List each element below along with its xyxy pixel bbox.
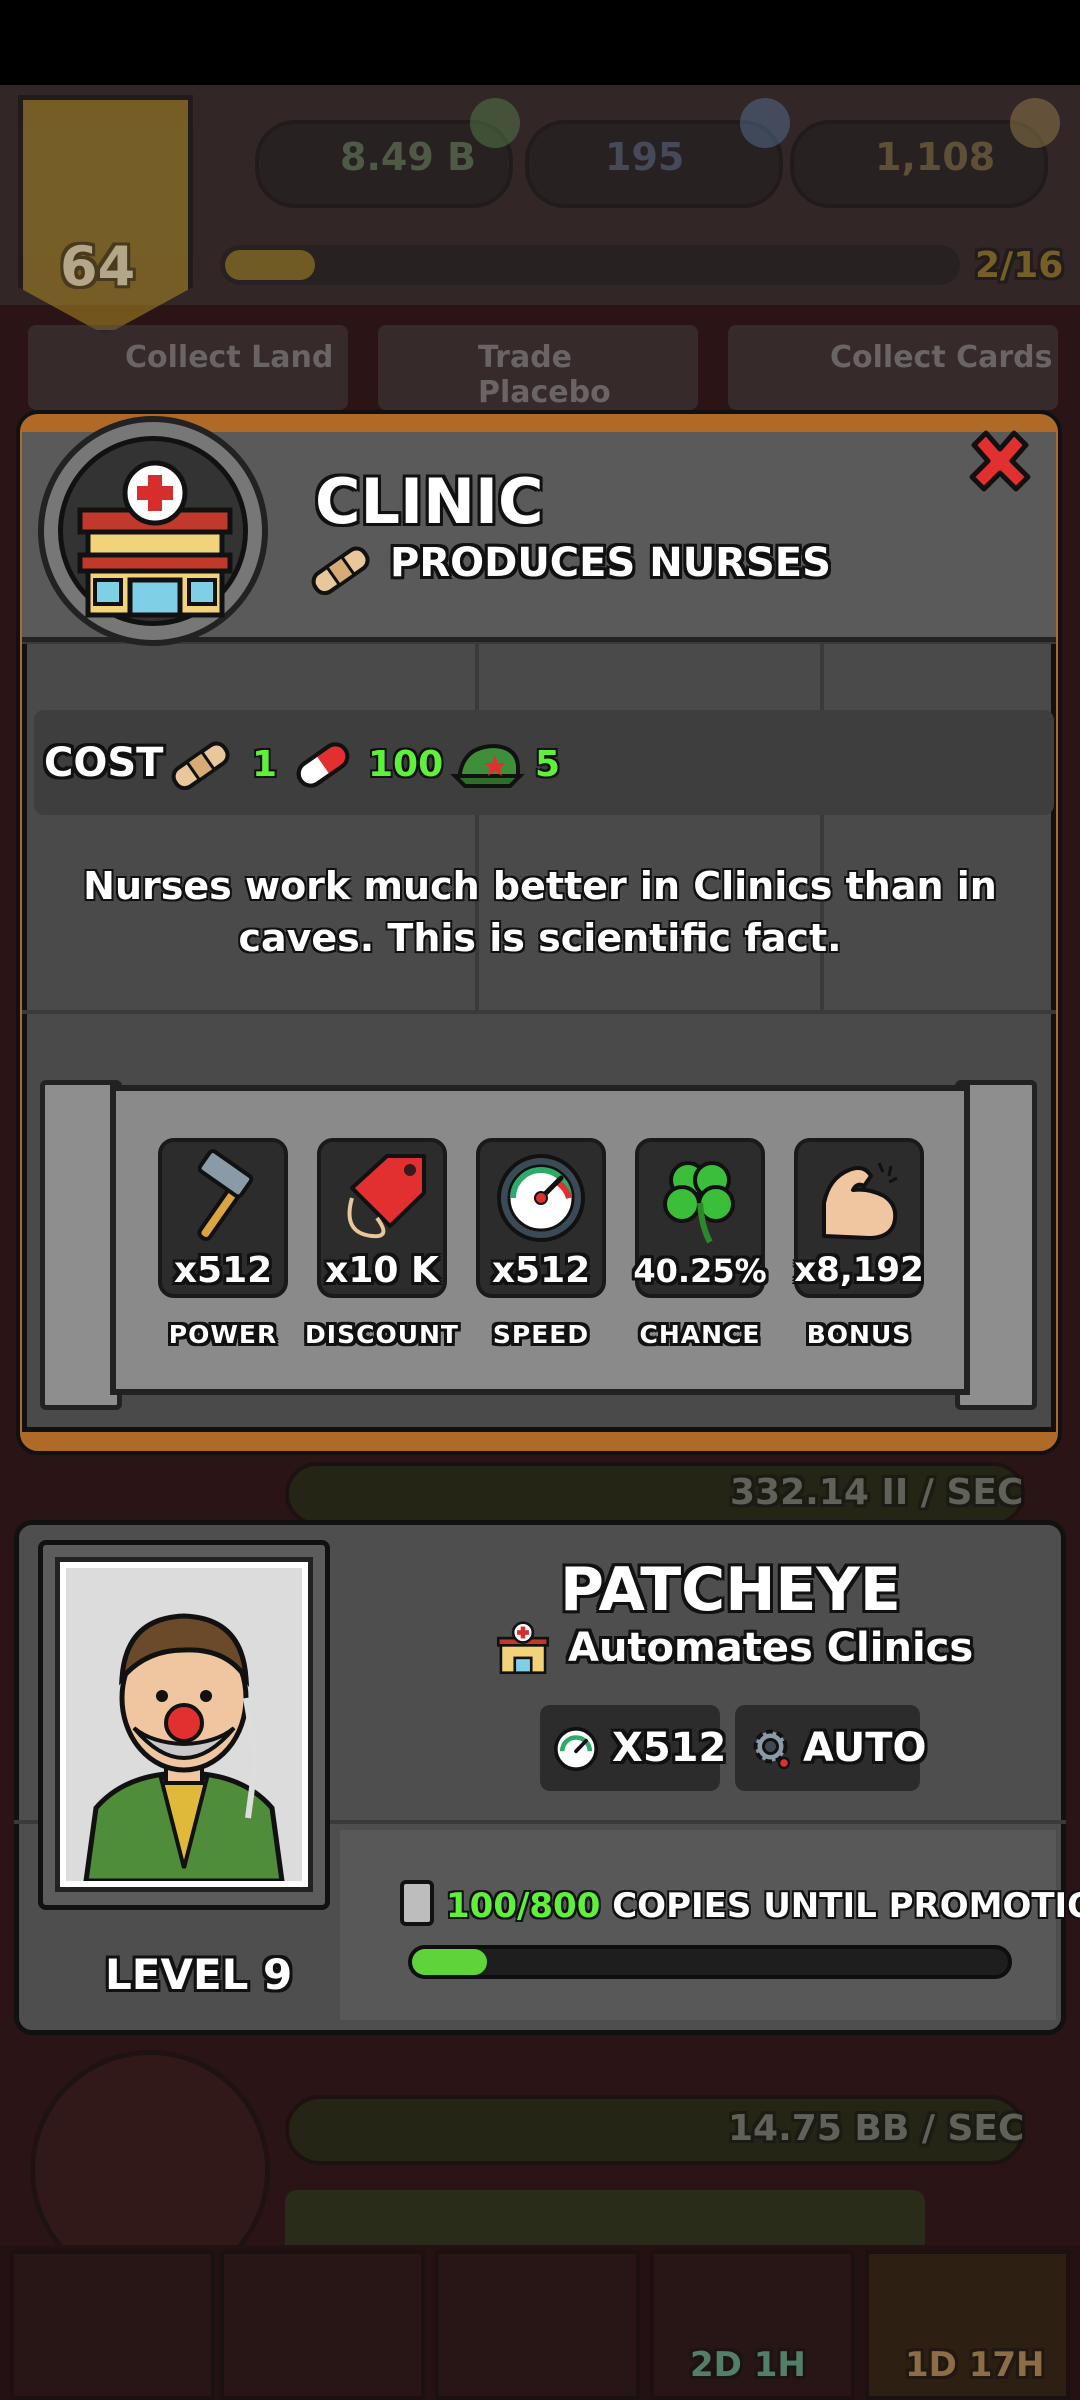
bandage-icon	[311, 546, 370, 596]
copies-label: COPIES UNTIL PROMOTION	[612, 1886, 1080, 1926]
task-label-2: Trade Placebo	[478, 340, 611, 410]
science-value: 195	[605, 135, 685, 179]
price-tag-icon	[347, 1154, 426, 1239]
cost-pill-amount: 100	[368, 744, 444, 785]
building-description: Nurses work much better in Clinics than …	[83, 864, 997, 960]
player-level: 64	[60, 235, 136, 298]
manager-auto-value: AUTO	[803, 1725, 927, 1771]
cost-label: COST	[44, 740, 164, 786]
cash-value: 8.49 B	[340, 135, 476, 179]
manager-name: PATCHEYE	[560, 1555, 901, 1625]
bicep-icon	[822, 1162, 898, 1240]
bandage-icon	[171, 741, 230, 791]
patcheye-avatar	[83, 1613, 285, 1881]
panel-seam	[22, 1010, 1056, 1014]
stat-discount-value: x10 K	[325, 1250, 439, 1291]
manager-role: Automates Clinics	[568, 1625, 974, 1671]
level-progress-text: 2/16	[975, 245, 1064, 286]
gear-icon	[753, 1729, 791, 1770]
building-title: CLINIC	[315, 465, 544, 538]
add-science-icon[interactable]	[740, 98, 790, 148]
stat-bonus-value: x8,192	[794, 1250, 924, 1290]
gold-value: 1,108	[875, 135, 996, 179]
stat-chance-value: 40.25%	[633, 1252, 767, 1290]
pill-icon	[296, 742, 350, 788]
speedometer-icon	[497, 1154, 585, 1242]
manager-speed-value: X512	[612, 1725, 727, 1771]
nav-tab-map[interactable]	[10, 2250, 215, 2400]
stat-speed-value: x512	[491, 1250, 591, 1291]
chest-timer: 1D 17H	[905, 2345, 1045, 2385]
card-icon	[400, 1880, 434, 1926]
promotion-progress-fill	[412, 1949, 487, 1975]
add-cash-icon[interactable]	[470, 98, 520, 148]
level-progress-fill	[225, 250, 315, 280]
building-subtitle: PRODUCES NURSES	[390, 540, 831, 586]
nav-tab-cards[interactable]	[220, 2250, 425, 2400]
nav-tab-files[interactable]	[435, 2250, 640, 2400]
stat-speed-label: SPEED	[492, 1320, 590, 1349]
clinic-icon	[77, 460, 233, 618]
army-cap-icon	[450, 743, 525, 788]
hammer-icon	[197, 1149, 254, 1241]
clinic-icon	[496, 1621, 550, 1675]
stat-power-label: POWER	[168, 1320, 278, 1349]
task-label-1: Collect Land	[125, 340, 334, 375]
promotion-progress-bar	[408, 1945, 1012, 1979]
clinic-rate-text: 332.14 II / SEC	[730, 1472, 1024, 1513]
stat-bonus-label: BONUS	[806, 1320, 912, 1349]
clover-icon	[663, 1161, 735, 1244]
stat-chance-label: CHANCE	[639, 1320, 761, 1349]
speedometer-icon	[553, 1726, 599, 1772]
cost-cap-amount: 5	[535, 744, 561, 785]
close-icon[interactable]	[960, 425, 1040, 505]
cost-bandage-amount: 1	[252, 744, 278, 785]
stat-power-value: x512	[173, 1250, 273, 1291]
task-label-3: Collect Cards	[830, 340, 1053, 375]
add-gold-icon[interactable]	[1010, 98, 1060, 148]
copies-count: 100/800	[446, 1886, 601, 1926]
blood-rate-text: 14.75 BB / SEC	[728, 2108, 1025, 2149]
level-banner[interactable]	[18, 95, 193, 335]
stat-discount-label: DISCOUNT	[305, 1320, 459, 1349]
event-timer: 2D 1H	[690, 2345, 806, 2385]
level-progress-bar	[220, 245, 960, 285]
manager-level: LEVEL 9	[105, 1950, 293, 1999]
promotion-text: 100/800 COPIES UNTIL PROMOTION	[446, 1886, 1080, 1926]
